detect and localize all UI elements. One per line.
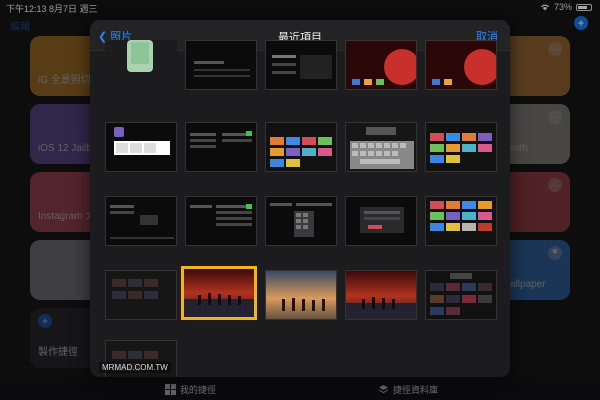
photo-thumbnail[interactable] <box>265 122 337 172</box>
photo-thumbnail[interactable] <box>185 40 257 90</box>
photo-thumbnail-selected[interactable] <box>181 266 257 320</box>
photo-thumbnail[interactable] <box>185 122 257 172</box>
photo-thumbnail[interactable] <box>345 122 417 172</box>
photo-thumbnail[interactable] <box>105 270 177 320</box>
photo-thumbnail[interactable] <box>105 40 177 90</box>
photo-thumbnail[interactable] <box>265 40 337 90</box>
photo-thumbnail[interactable] <box>185 196 257 246</box>
photo-thumbnail[interactable] <box>425 122 497 172</box>
photo-thumbnail[interactable] <box>105 196 177 246</box>
photo-thumbnail[interactable] <box>345 196 417 246</box>
watermark: MRMAD.COM.TW <box>99 362 171 373</box>
photo-thumbnail[interactable] <box>105 122 177 172</box>
photo-thumbnail[interactable] <box>265 270 337 320</box>
photo-thumbnail[interactable] <box>425 270 497 320</box>
photo-thumbnail[interactable] <box>345 40 417 90</box>
photo-thumbnail[interactable] <box>425 196 497 246</box>
photo-thumbnail[interactable] <box>345 270 417 320</box>
photo-thumbnail[interactable] <box>425 40 497 90</box>
photo-picker-modal: ❮ 照片 最近項目 取消 <box>90 20 510 377</box>
photo-thumbnail[interactable] <box>265 196 337 246</box>
